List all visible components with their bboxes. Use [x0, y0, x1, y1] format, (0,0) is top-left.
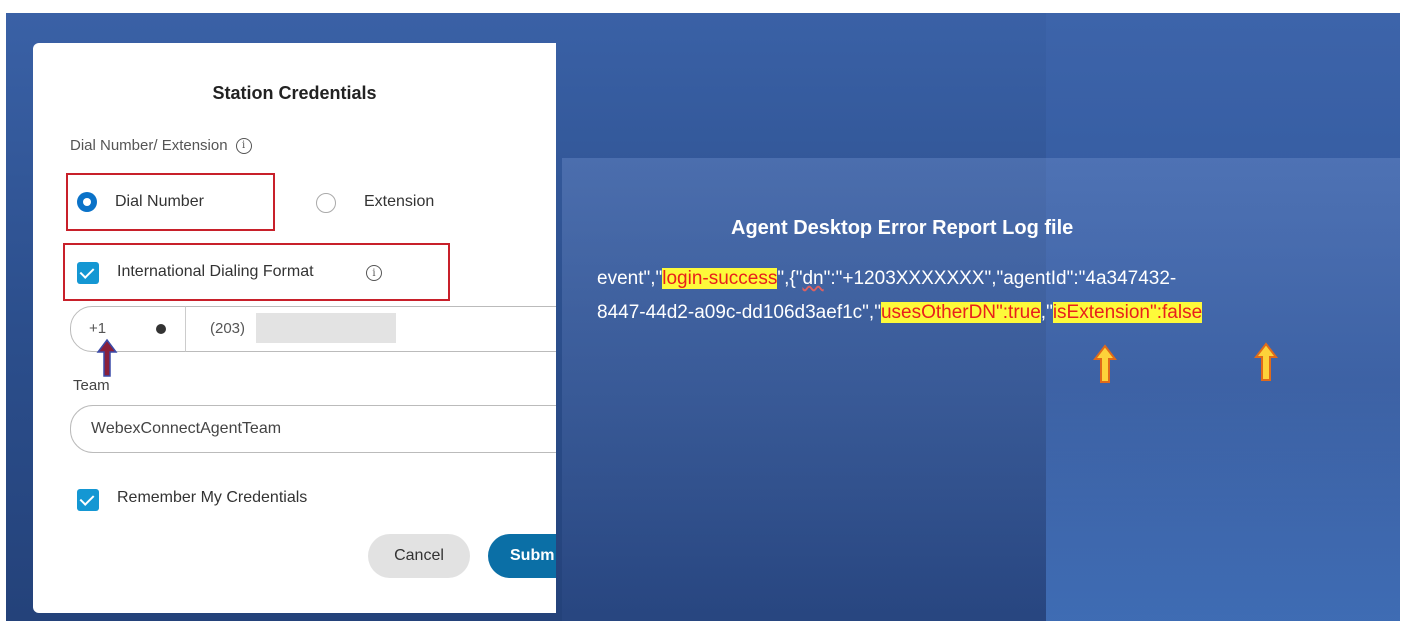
arrow-up-icon — [1093, 344, 1117, 383]
log-text: event"," — [597, 268, 663, 289]
highlight-login-success: login-success — [662, 268, 778, 289]
log-text: 8447-44d2-a09c-dd106d3aef1c"," — [597, 302, 881, 323]
team-label: Team — [73, 377, 110, 394]
highlight-uses-other-dn: usesOtherDN":true — [880, 302, 1041, 323]
log-line-2: 8447-44d2-a09c-dd106d3aef1c","usesOtherD… — [597, 302, 1203, 324]
log-title: Agent Desktop Error Report Log file — [731, 217, 1074, 239]
arrow-up-icon — [96, 338, 118, 377]
log-text: ":"+1203XXXXXXX","agentId":"4a347432- — [823, 268, 1177, 289]
dial-number-extension-label: Dial Number/ Extension i — [70, 137, 252, 154]
highlight-is-extension: isExtension":false — [1052, 302, 1203, 323]
country-code-field[interactable]: +1 — [70, 306, 187, 352]
team-select[interactable]: WebexConnectAgentTeam — [70, 405, 556, 453]
log-text: ",{" — [777, 268, 803, 289]
log-dn-key: dn — [802, 268, 824, 289]
log-line-1: event","login-success",{"dn":"+1203XXXXX… — [597, 268, 1176, 290]
intl-format-label: International Dialing Format — [117, 263, 314, 280]
clear-country-code-icon[interactable] — [156, 324, 166, 334]
arrow-up-icon — [1254, 342, 1278, 381]
phone-number-field[interactable]: (203) — [185, 306, 556, 352]
extension-radio-label: Extension — [364, 193, 435, 210]
dial-number-extension-text: Dial Number/ Extension — [70, 137, 228, 154]
submit-button[interactable]: Subm — [488, 534, 556, 578]
dial-number-radio[interactable] — [77, 192, 97, 212]
phone-prefix: (203) — [210, 320, 246, 337]
log-text: ," — [1040, 302, 1053, 323]
team-value: WebexConnectAgentTeam — [91, 420, 282, 437]
remember-credentials-checkbox[interactable] — [77, 489, 99, 511]
extension-radio[interactable] — [316, 193, 336, 213]
station-credentials-dialog: Station Credentials Dial Number/ Extensi… — [33, 43, 556, 613]
remember-credentials-label: Remember My Credentials — [117, 489, 308, 506]
country-code-value: +1 — [89, 320, 107, 337]
redacted-phone-number — [256, 313, 396, 343]
cancel-button[interactable]: Cancel — [368, 534, 470, 578]
info-icon[interactable]: i — [366, 265, 382, 281]
dial-number-radio-label: Dial Number — [115, 193, 204, 210]
info-icon[interactable]: i — [235, 137, 252, 154]
dialog-title: Station Credentials — [212, 83, 377, 103]
intl-format-checkbox[interactable] — [77, 262, 99, 284]
